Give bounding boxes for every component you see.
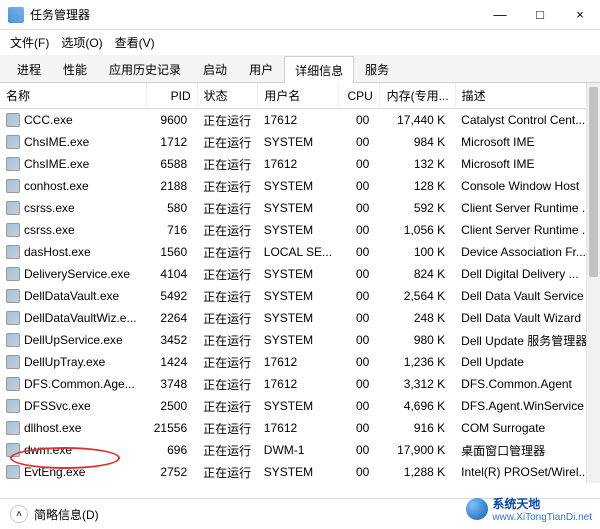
process-icon bbox=[6, 333, 20, 347]
process-row[interactable]: csrss.exe716正在运行SYSTEM001,056 KClient Se… bbox=[0, 219, 600, 241]
process-icon bbox=[6, 113, 20, 127]
process-icon bbox=[6, 377, 20, 391]
vertical-scrollbar[interactable] bbox=[586, 83, 600, 483]
column-pid[interactable]: PID bbox=[147, 83, 198, 109]
close-button[interactable]: × bbox=[560, 0, 600, 30]
process-row[interactable]: DFS.Common.Age...3748正在运行17612003,312 KD… bbox=[0, 373, 600, 395]
process-icon bbox=[6, 443, 20, 457]
process-row[interactable]: ChsIME.exe6588正在运行1761200132 KMicrosoft … bbox=[0, 153, 600, 175]
tab-2[interactable]: 应用历史记录 bbox=[98, 55, 192, 82]
column-description[interactable]: 描述 bbox=[455, 83, 599, 109]
scrollbar-thumb[interactable] bbox=[589, 87, 598, 277]
process-icon bbox=[6, 157, 20, 171]
process-icon bbox=[6, 179, 20, 193]
tab-3[interactable]: 启动 bbox=[192, 55, 238, 82]
column-user[interactable]: 用户名 bbox=[258, 83, 339, 109]
menu-options[interactable]: 选项(O) bbox=[61, 34, 102, 51]
process-icon bbox=[6, 465, 20, 479]
process-icon bbox=[6, 311, 20, 325]
process-row[interactable]: DellUpService.exe3452正在运行SYSTEM00980 KDe… bbox=[0, 329, 600, 351]
chevron-up-icon[interactable]: ˄ bbox=[10, 505, 28, 523]
tab-1[interactable]: 性能 bbox=[52, 55, 98, 82]
process-icon bbox=[6, 399, 20, 413]
process-row[interactable]: dwm.exe696正在运行DWM-10017,900 K桌面窗口管理器 bbox=[0, 439, 600, 461]
process-icon bbox=[6, 267, 20, 281]
column-name[interactable]: 名称 bbox=[0, 83, 147, 109]
watermark-url: www.XiTongTianDi.net bbox=[492, 512, 592, 523]
process-row[interactable]: conhost.exe2188正在运行SYSTEM00128 KConsole … bbox=[0, 175, 600, 197]
tab-4[interactable]: 用户 bbox=[238, 55, 284, 82]
window-title: 任务管理器 bbox=[30, 6, 90, 23]
maximize-button[interactable]: □ bbox=[520, 0, 560, 30]
process-icon bbox=[6, 245, 20, 259]
tab-0[interactable]: 进程 bbox=[6, 55, 52, 82]
process-icon bbox=[6, 201, 20, 215]
process-table: 名称 PID 状态 用户名 CPU 内存(专用... 描述 CCC.exe960… bbox=[0, 83, 600, 483]
process-row[interactable]: dllhost.exe21556正在运行1761200916 KCOM Surr… bbox=[0, 417, 600, 439]
process-row[interactable]: CCC.exe9600正在运行176120017,440 KCatalyst C… bbox=[0, 109, 600, 132]
process-icon bbox=[6, 135, 20, 149]
titlebar: 任务管理器 — □ × bbox=[0, 0, 600, 30]
less-details-button[interactable]: 简略信息(D) bbox=[34, 506, 99, 523]
process-row[interactable]: DellDataVaultWiz.e...2264正在运行SYSTEM00248… bbox=[0, 307, 600, 329]
process-row[interactable]: DFSSvc.exe2500正在运行SYSTEM004,696 KDFS.Age… bbox=[0, 395, 600, 417]
process-icon bbox=[6, 289, 20, 303]
column-status[interactable]: 状态 bbox=[197, 83, 258, 109]
column-memory[interactable]: 内存(专用... bbox=[379, 83, 455, 109]
process-table-wrap: 名称 PID 状态 用户名 CPU 内存(专用... 描述 CCC.exe960… bbox=[0, 83, 600, 483]
tab-5[interactable]: 详细信息 bbox=[284, 56, 354, 83]
app-icon bbox=[8, 7, 24, 23]
process-row[interactable]: DellUpTray.exe1424正在运行17612001,236 KDell… bbox=[0, 351, 600, 373]
column-cpu[interactable]: CPU bbox=[339, 83, 379, 109]
watermark-brand: 系统天地 bbox=[492, 497, 540, 511]
menu-file[interactable]: 文件(F) bbox=[10, 34, 49, 51]
minimize-button[interactable]: — bbox=[480, 0, 520, 30]
process-row[interactable]: ChsIME.exe1712正在运行SYSTEM00984 KMicrosoft… bbox=[0, 131, 600, 153]
process-icon bbox=[6, 223, 20, 237]
process-row[interactable]: EvtEng.exe2752正在运行SYSTEM001,288 KIntel(R… bbox=[0, 461, 600, 483]
tab-6[interactable]: 服务 bbox=[354, 55, 400, 82]
process-row[interactable]: DellDataVault.exe5492正在运行SYSTEM002,564 K… bbox=[0, 285, 600, 307]
process-row[interactable]: csrss.exe580正在运行SYSTEM00592 KClient Serv… bbox=[0, 197, 600, 219]
globe-icon bbox=[466, 498, 488, 520]
process-icon bbox=[6, 355, 20, 369]
tab-bar: 进程性能应用历史记录启动用户详细信息服务 bbox=[0, 55, 600, 83]
menubar: 文件(F) 选项(O) 查看(V) bbox=[0, 30, 600, 55]
watermark: 系统天地 www.XiTongTianDi.net bbox=[466, 495, 592, 523]
process-row[interactable]: dasHost.exe1560正在运行LOCAL SE...00100 KDev… bbox=[0, 241, 600, 263]
menu-view[interactable]: 查看(V) bbox=[115, 34, 155, 51]
process-row[interactable]: DeliveryService.exe4104正在运行SYSTEM00824 K… bbox=[0, 263, 600, 285]
process-icon bbox=[6, 421, 20, 435]
